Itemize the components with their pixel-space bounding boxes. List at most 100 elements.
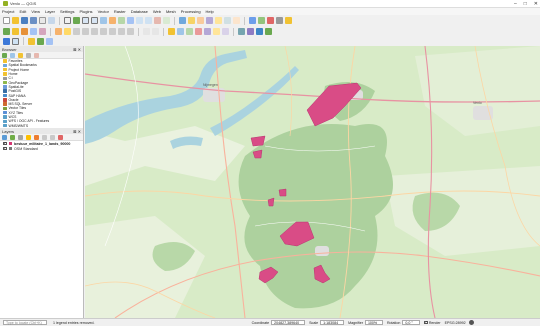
zoom-in-icon[interactable] — [82, 17, 89, 24]
layer-visibility-checkbox[interactable]: ✓ — [3, 147, 7, 151]
statistics-icon[interactable] — [224, 17, 231, 24]
layer-style-icon[interactable] — [2, 134, 7, 140]
menu-settings[interactable]: Settings — [60, 9, 74, 14]
layer-visibility-checkbox[interactable]: ✓ — [3, 142, 7, 146]
refresh-icon[interactable] — [2, 52, 7, 58]
layer-row-osm[interactable]: ✓ OSM Standard — [0, 146, 83, 151]
vertex-tool-icon[interactable] — [91, 28, 98, 35]
minimize-button[interactable]: – — [514, 1, 517, 7]
new-geopackage-icon[interactable] — [12, 28, 19, 35]
paste-features-icon[interactable] — [127, 28, 134, 35]
move-label-icon[interactable] — [204, 28, 211, 35]
python-console-icon[interactable] — [285, 17, 292, 24]
save-as-icon[interactable] — [30, 17, 37, 24]
crs-button[interactable]: EPSG:28992 — [445, 321, 466, 325]
toggle-editing-icon[interactable] — [64, 28, 71, 35]
layer-labeling-icon[interactable] — [177, 28, 184, 35]
undo-icon[interactable] — [143, 28, 150, 35]
menu-project[interactable]: Project — [2, 9, 14, 14]
label-toolbar-icon[interactable] — [168, 28, 175, 35]
maximize-button[interactable]: □ — [524, 1, 527, 7]
layer-styling-icon[interactable] — [12, 37, 19, 45]
browser-panel-controls[interactable]: ⊠ ✕ — [73, 47, 81, 52]
open-folder-icon[interactable] — [28, 37, 35, 45]
map-canvas[interactable]: Nijmegen Venlo — [85, 46, 540, 318]
menu-view[interactable]: View — [31, 9, 40, 14]
deselect-icon[interactable] — [197, 17, 204, 24]
layout-manager-icon[interactable] — [48, 17, 55, 24]
collapse-all-icon[interactable] — [26, 52, 31, 58]
open-project-icon[interactable] — [12, 17, 19, 24]
zoom-last-icon[interactable] — [136, 17, 143, 24]
processing-toolbox-icon[interactable] — [238, 28, 245, 35]
history-icon[interactable] — [256, 28, 263, 35]
zoom-native-icon[interactable] — [127, 17, 134, 24]
text-annotation-icon[interactable] — [276, 17, 283, 24]
menu-plugins[interactable]: Plugins — [79, 9, 92, 14]
add-vector-icon[interactable] — [37, 37, 44, 45]
redo-icon[interactable] — [152, 28, 159, 35]
menu-edit[interactable]: Edit — [19, 9, 26, 14]
select-features-icon[interactable] — [188, 17, 195, 24]
filter-by-expression-icon[interactable] — [34, 134, 39, 140]
remove-layer-icon[interactable] — [58, 134, 63, 140]
add-group-icon[interactable] — [10, 134, 15, 140]
refresh-icon[interactable] — [163, 17, 170, 24]
identify-icon[interactable] — [179, 17, 186, 24]
rotation-field[interactable]: 0,0 ° — [402, 320, 421, 325]
magnifier-field[interactable]: 100% — [364, 320, 383, 325]
filter-legend-icon[interactable] — [26, 134, 31, 140]
zoom-full-icon[interactable] — [100, 17, 107, 24]
manage-themes-icon[interactable] — [18, 134, 23, 140]
digitize-icon[interactable] — [82, 28, 89, 35]
menu-raster[interactable]: Raster — [114, 9, 126, 14]
zoom-out-icon[interactable] — [91, 17, 98, 24]
add-layer-icon[interactable] — [3, 37, 10, 45]
results-viewer-icon[interactable] — [265, 28, 272, 35]
pan-to-selection-icon[interactable] — [73, 17, 80, 24]
layers-panel-controls[interactable]: ⊠ ✕ — [73, 129, 81, 134]
menu-processing[interactable]: Processing — [181, 9, 201, 14]
measure-icon[interactable] — [233, 17, 240, 24]
expand-all-icon[interactable] — [42, 134, 47, 140]
menu-vector[interactable]: Vector — [98, 9, 109, 14]
coordinate-field[interactable]: 204827,389640 — [271, 320, 306, 325]
field-calculator-icon[interactable] — [215, 17, 222, 24]
new-project-icon[interactable] — [3, 17, 10, 24]
filter-icon[interactable] — [10, 52, 15, 58]
menu-layer[interactable]: Layer — [45, 9, 55, 14]
locator-search-input[interactable]: Type to locate (Ctrl+K) — [3, 320, 47, 325]
menu-help[interactable]: Help — [206, 9, 214, 14]
graphical-modeler-icon[interactable] — [247, 28, 254, 35]
pin-labels-icon[interactable] — [186, 28, 193, 35]
copy-features-icon[interactable] — [118, 28, 125, 35]
close-button[interactable]: ✕ — [534, 1, 538, 7]
add-selected-icon[interactable] — [18, 52, 23, 58]
zoom-to-layer-icon[interactable] — [118, 17, 125, 24]
delete-selected-icon[interactable] — [100, 28, 107, 35]
render-checkbox[interactable]: ✓ — [424, 321, 428, 325]
new-spatialite-icon[interactable] — [30, 28, 37, 35]
menu-mesh[interactable]: Mesh — [166, 9, 176, 14]
collapse-all-icon[interactable] — [50, 134, 55, 140]
messages-icon[interactable] — [468, 320, 474, 325]
map-tips-icon[interactable] — [249, 17, 256, 24]
new-map-view-icon[interactable] — [154, 17, 161, 24]
map-render[interactable]: Nijmegen Venlo — [85, 46, 540, 318]
menu-web[interactable]: Web — [153, 9, 161, 14]
current-edits-icon[interactable] — [55, 28, 62, 35]
new-shapefile-icon[interactable] — [21, 28, 28, 35]
add-raster-icon[interactable] — [46, 37, 53, 45]
save-edits-icon[interactable] — [73, 28, 80, 35]
open-attribute-table-icon[interactable] — [206, 17, 213, 24]
highlight-pinned-icon[interactable] — [195, 28, 202, 35]
change-label-icon[interactable] — [222, 28, 229, 35]
rotate-label-icon[interactable] — [213, 28, 220, 35]
enable-properties-icon[interactable] — [34, 52, 39, 58]
scale-field[interactable]: 1:183084 — [320, 320, 345, 325]
new-bookmark-icon[interactable] — [258, 17, 265, 24]
zoom-to-selection-icon[interactable] — [109, 17, 116, 24]
data-source-manager-icon[interactable] — [3, 28, 10, 35]
save-project-icon[interactable] — [21, 17, 28, 24]
new-temp-layer-icon[interactable] — [39, 28, 46, 35]
